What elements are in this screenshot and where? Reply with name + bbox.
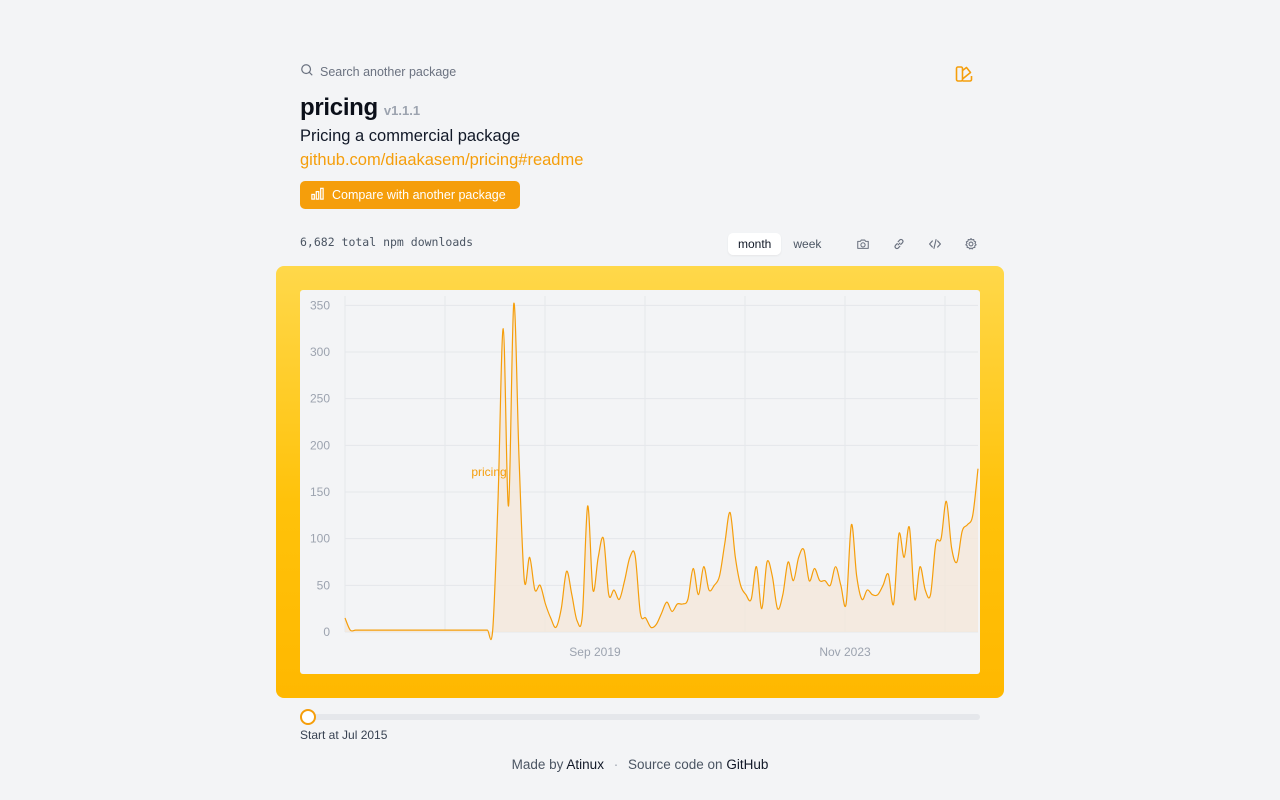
search-input[interactable]: Search another package: [300, 63, 456, 80]
chart-card: 0 50 100 150 200 250 300 350 Sep 2019 Nov 2023 pri…: [300, 290, 980, 674]
y-tick-label: 0: [323, 625, 330, 639]
y-tick-label: 150: [310, 485, 330, 499]
slider-track[interactable]: [306, 714, 980, 720]
author-link[interactable]: Atinux: [566, 757, 604, 772]
bar-chart-icon: [310, 186, 325, 204]
x-tick-label: Nov 2023: [819, 645, 871, 659]
chart-frame: 0 50 100 150 200 250 300 350 Sep 2019 Nov 2023 pri…: [276, 266, 1004, 698]
downloads-chart: 0 50 100 150 200 250 300 350 Sep 2019 Nov 2023 pri…: [310, 296, 979, 659]
footer-source-prefix: Source code on: [627, 757, 723, 772]
gear-icon[interactable]: [953, 232, 989, 256]
slider-thumb[interactable]: [300, 709, 316, 725]
series-area: [345, 303, 978, 640]
chart-toolbar: month week: [728, 232, 989, 256]
x-tick-label: Sep 2019: [569, 645, 621, 659]
y-tick-label: 300: [310, 345, 330, 359]
search-icon: [300, 63, 314, 80]
date-range-slider[interactable]: [300, 709, 980, 725]
y-tick-label: 200: [310, 438, 330, 452]
period-month-button[interactable]: month: [728, 233, 782, 255]
link-icon[interactable]: [881, 232, 917, 256]
y-tick-label: 250: [310, 392, 330, 406]
series-label: pricing: [471, 465, 506, 479]
period-toggle: month week: [728, 233, 831, 255]
range-start-label: Start at Jul 2015: [300, 728, 388, 742]
footer-made-by: Made by: [511, 757, 564, 772]
y-tick-label: 350: [310, 298, 330, 312]
compare-button[interactable]: Compare with another package: [300, 181, 520, 209]
github-link[interactable]: GitHub: [726, 757, 768, 772]
compare-button-label: Compare with another package: [332, 188, 506, 202]
footer: Made by Atinux · Source code on GitHub: [0, 757, 1280, 772]
y-tick-label: 100: [310, 532, 330, 546]
camera-icon[interactable]: [845, 232, 881, 256]
package-title: pricing v1.1.1: [300, 94, 420, 122]
package-repo-link[interactable]: github.com/diaakasem/pricing#readme: [300, 151, 583, 170]
code-icon[interactable]: [917, 232, 953, 256]
search-placeholder: Search another package: [320, 64, 457, 79]
package-name: pricing: [300, 94, 378, 121]
footer-separator: ·: [613, 757, 619, 772]
package-version: v1.1.1: [383, 103, 421, 118]
package-description: Pricing a commercial package: [300, 127, 521, 145]
color-swatch-icon[interactable]: [954, 64, 974, 84]
total-downloads: 6,682 total npm downloads: [300, 235, 474, 249]
y-tick-label: 50: [317, 578, 331, 592]
period-week-button[interactable]: week: [783, 233, 831, 255]
